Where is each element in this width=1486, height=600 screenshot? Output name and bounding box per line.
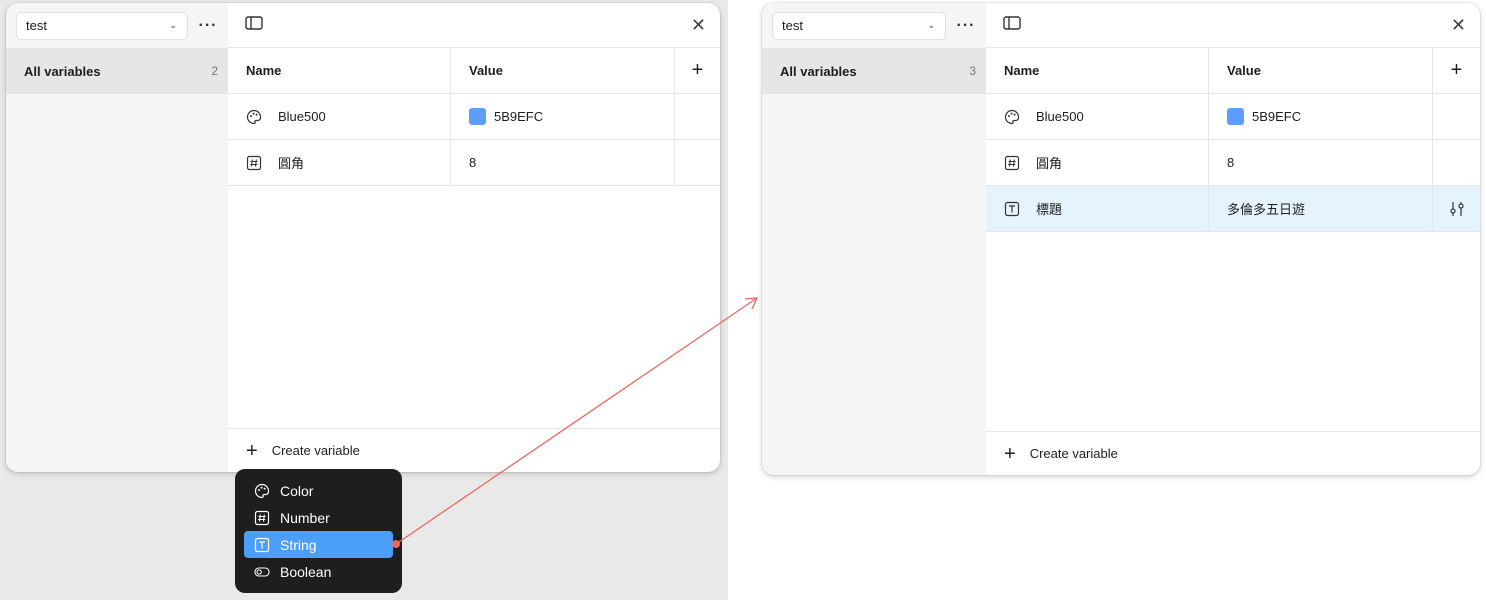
palette-icon bbox=[1004, 109, 1020, 125]
sidebar-header: test ⌄ ··· bbox=[6, 3, 228, 48]
name-column-header: Name bbox=[228, 48, 451, 93]
sidebar-item-label: All variables bbox=[780, 63, 857, 79]
close-icon[interactable]: ✕ bbox=[1451, 16, 1466, 34]
stage: test ⌄ ··· All variables 2 ✕ Name Value … bbox=[0, 0, 1486, 600]
variable-count: 3 bbox=[969, 64, 976, 78]
variable-value: 5B9EFC bbox=[494, 109, 544, 124]
chevron-down-icon: ⌄ bbox=[927, 20, 935, 30]
menu-item-label: String bbox=[280, 536, 317, 553]
variable-name: 標題 bbox=[1036, 202, 1063, 217]
palette-icon bbox=[246, 109, 262, 125]
add-column-icon[interactable]: + bbox=[1433, 48, 1480, 93]
sidebar-item-all-variables[interactable]: All variables 2 bbox=[6, 48, 228, 94]
collection-select[interactable]: test ⌄ bbox=[772, 11, 946, 40]
create-variable-button[interactable]: + Create variable bbox=[986, 431, 1480, 475]
menu-item-color[interactable]: Color bbox=[244, 477, 393, 504]
number-icon bbox=[246, 155, 262, 171]
table-row[interactable]: 圓角 8 bbox=[986, 140, 1480, 186]
text-icon bbox=[1004, 201, 1020, 217]
menu-item-label: Number bbox=[280, 509, 330, 526]
variable-type-menu: Color Number String Boolean bbox=[235, 469, 402, 593]
variable-name: Blue500 bbox=[1036, 109, 1084, 124]
sidebar-toggle-icon[interactable] bbox=[245, 15, 263, 35]
collection-select[interactable]: test ⌄ bbox=[16, 11, 188, 40]
create-variable-label: Create variable bbox=[271, 443, 360, 458]
empty-area bbox=[986, 232, 1480, 431]
value-column-header: Value bbox=[451, 48, 675, 93]
sidebar: test ⌄ ··· All variables 3 bbox=[762, 3, 986, 475]
sidebar-item-label: All variables bbox=[24, 63, 101, 79]
text-icon bbox=[254, 537, 270, 553]
value-column-header: Value bbox=[1209, 48, 1433, 93]
more-options-icon[interactable]: ··· bbox=[954, 17, 978, 33]
number-icon bbox=[254, 510, 270, 526]
variable-count: 2 bbox=[211, 64, 218, 78]
variable-name: 圓角 bbox=[1036, 156, 1063, 171]
variables-panel-after: test ⌄ ··· All variables 3 ✕ Name Value … bbox=[762, 3, 1480, 475]
plus-icon: + bbox=[1004, 442, 1016, 465]
number-icon bbox=[1004, 155, 1020, 171]
table-header: Name Value + bbox=[228, 48, 720, 94]
color-swatch[interactable] bbox=[1227, 108, 1244, 125]
name-column-header: Name bbox=[986, 48, 1209, 93]
plus-icon: + bbox=[246, 439, 258, 462]
variable-value: 多倫多五日遊 bbox=[1227, 202, 1306, 217]
sidebar-header: test ⌄ ··· bbox=[762, 3, 986, 48]
menu-item-label: Boolean bbox=[280, 563, 332, 580]
sidebar: test ⌄ ··· All variables 2 bbox=[6, 3, 228, 472]
variables-panel-before: test ⌄ ··· All variables 2 ✕ Name Value … bbox=[6, 3, 720, 472]
variables-table-area: ✕ Name Value + Blue500 5B9EFC bbox=[228, 3, 720, 472]
create-variable-button[interactable]: + Create variable bbox=[228, 428, 720, 472]
variable-value: 8 bbox=[469, 155, 477, 170]
variables-table-area: ✕ Name Value + Blue500 5B9EFC bbox=[986, 3, 1480, 475]
close-icon[interactable]: ✕ bbox=[691, 16, 706, 34]
menu-item-label: Color bbox=[280, 482, 314, 499]
variable-value: 5B9EFC bbox=[1252, 109, 1302, 124]
table-row[interactable]: Blue500 5B9EFC bbox=[986, 94, 1480, 140]
table-row[interactable]: Blue500 5B9EFC bbox=[228, 94, 720, 140]
add-column-icon[interactable]: + bbox=[675, 48, 720, 93]
table-header: Name Value + bbox=[986, 48, 1480, 94]
table-row[interactable]: 圓角 8 bbox=[228, 140, 720, 186]
edit-variable-icon[interactable] bbox=[1433, 186, 1480, 231]
variable-value: 8 bbox=[1227, 155, 1235, 170]
more-options-icon[interactable]: ··· bbox=[196, 17, 220, 33]
empty-area bbox=[228, 186, 720, 428]
menu-item-boolean[interactable]: Boolean bbox=[244, 558, 393, 585]
panel-toolbar: ✕ bbox=[986, 3, 1480, 48]
variable-name: Blue500 bbox=[278, 109, 326, 124]
table-row-selected[interactable]: 標題 多倫多五日遊 bbox=[986, 186, 1480, 232]
color-swatch[interactable] bbox=[469, 108, 486, 125]
palette-icon bbox=[254, 483, 270, 499]
sidebar-item-all-variables[interactable]: All variables 3 bbox=[762, 48, 986, 94]
sidebar-toggle-icon[interactable] bbox=[1003, 15, 1021, 35]
collection-name: test bbox=[782, 18, 803, 33]
collection-name: test bbox=[26, 18, 47, 33]
menu-item-string[interactable]: String bbox=[244, 531, 393, 558]
create-variable-label: Create variable bbox=[1029, 446, 1118, 461]
toggle-icon bbox=[254, 564, 270, 580]
variable-name: 圓角 bbox=[278, 156, 305, 171]
menu-item-number[interactable]: Number bbox=[244, 504, 393, 531]
panel-toolbar: ✕ bbox=[228, 3, 720, 48]
chevron-down-icon: ⌄ bbox=[169, 20, 177, 30]
